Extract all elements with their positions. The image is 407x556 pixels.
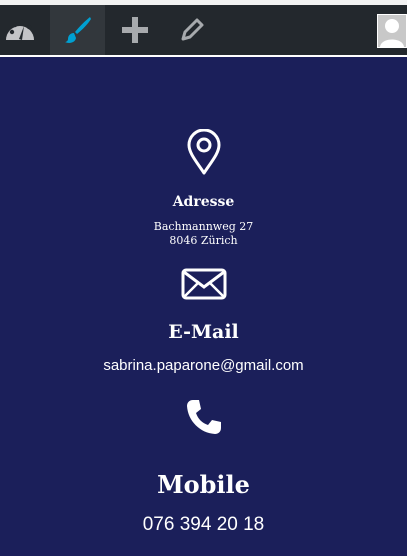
admin-toolbar <box>0 5 407 55</box>
pencil-icon <box>181 18 204 41</box>
email-title: E-Mail <box>168 321 239 343</box>
mobile-value[interactable]: 076 394 20 18 <box>0 514 407 536</box>
plus-icon <box>122 17 148 43</box>
paintbrush-icon <box>64 17 91 43</box>
address-line-2: 8046 Zürich <box>169 234 238 247</box>
toolbar-customize-button[interactable] <box>50 5 105 55</box>
email-value[interactable]: sabrina.paparone@gmail.com <box>0 357 407 374</box>
mobile-title: Mobile <box>157 470 250 499</box>
phone-icon <box>186 400 221 434</box>
dashboard-icon <box>6 19 34 40</box>
map-pin-icon <box>187 129 220 175</box>
contact-section: Adresse Bachmannweg 27 8046 Zürich E-Mai… <box>0 57 407 556</box>
address-line-1: Bachmannweg 27 <box>153 220 254 233</box>
toolbar-new-button[interactable] <box>115 5 155 55</box>
user-avatar[interactable] <box>377 14 407 48</box>
envelope-icon <box>181 268 226 300</box>
avatar-silhouette-icon <box>380 19 404 47</box>
toolbar-dashboard-button[interactable] <box>0 5 40 55</box>
toolbar-edit-button[interactable] <box>172 5 212 55</box>
address-title: Adresse <box>172 194 235 210</box>
